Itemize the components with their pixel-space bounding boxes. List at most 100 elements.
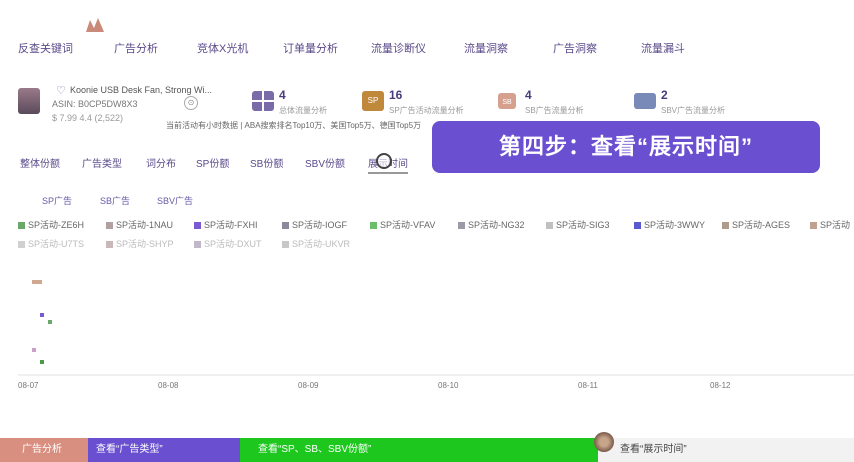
nav-item[interactable]: 竞体X光机 [197, 40, 248, 56]
nav-item[interactable]: 反查关键词 [18, 40, 73, 56]
subtab-sp[interactable]: SP广告 [42, 194, 72, 207]
legend-item[interactable]: SP活动-IOGF [282, 218, 347, 231]
legend-item[interactable]: SP活动-DXUT [194, 237, 262, 250]
progress-step-share[interactable]: 查看“SP、SB、SBV份额” [240, 438, 598, 462]
legend-swatch [282, 241, 289, 249]
legend-swatch [634, 222, 641, 230]
sp-icon: SP [362, 91, 384, 111]
nav-item[interactable]: 订单量分析 [283, 40, 338, 56]
progress-step-ad-type[interactable]: 查看“广告类型” [88, 438, 240, 462]
stat-value: 16 [389, 88, 403, 102]
legend-label: SP活动-NG32 [468, 220, 525, 230]
progress-step-display-time[interactable]: 查看“展示时间” [598, 438, 854, 462]
nav-item[interactable]: 广告洞察 [553, 40, 597, 56]
subtab-sbv[interactable]: SBV广告 [157, 194, 193, 207]
legend-swatch [722, 222, 729, 230]
legend-label: SP活动-AGES [732, 220, 791, 230]
cursor-icon [376, 153, 392, 169]
stat-sp[interactable]: SP 16 SP广告活动流量分析 [362, 88, 482, 123]
x-tick-label: 08-09 [298, 381, 319, 390]
legend-swatch [458, 222, 465, 230]
avatar [594, 432, 614, 452]
legend-swatch [546, 222, 553, 230]
chart-mark[interactable] [48, 320, 52, 324]
x-tick-label: 08-08 [158, 381, 179, 390]
product-thumbnail[interactable] [18, 88, 40, 114]
tab-sp-share[interactable]: SP份额 [196, 155, 229, 170]
legend-swatch [18, 222, 25, 230]
legend-item[interactable]: SP活动 [810, 218, 850, 231]
legend-swatch [18, 241, 25, 249]
legend-item[interactable]: SP活动-U7TS [18, 237, 84, 250]
legend-item[interactable]: SP活动-SHYP [106, 237, 174, 250]
stat-sbv[interactable]: 2 SBV广告流量分析 [634, 88, 754, 123]
tab-word-distribution[interactable]: 词分布 [146, 155, 176, 170]
legend-label: SP活动-3WWY [644, 220, 706, 230]
chart-mark[interactable] [32, 348, 36, 352]
x-tick-label: 08-12 [710, 381, 731, 390]
progress-step-ad-analysis[interactable]: 广告分析 [0, 438, 88, 462]
stat-label: 总体流量分析 [279, 106, 327, 115]
stat-sb[interactable]: SB 4 SB广告流量分析 [498, 88, 618, 123]
top-nav: 反查关键词 广告分析 竞体X光机 订单量分析 流量诊断仪 流量洞察 广告洞察 流… [0, 18, 854, 62]
logo-icon [86, 18, 104, 32]
nav-item[interactable]: 广告分析 [114, 40, 158, 56]
stat-value: 4 [279, 88, 286, 102]
step-banner: 第四步：查看“展示时间” [432, 121, 820, 173]
legend-label: SP活动-IOGF [292, 220, 348, 230]
copy-icon[interactable]: ⊙ [184, 96, 198, 110]
legend-swatch [282, 222, 289, 230]
legend-label: SP活动-SIG3 [556, 220, 610, 230]
legend-label: SP活动-1NAU [116, 220, 174, 230]
legend-item[interactable]: SP活动-FXHI [194, 218, 258, 231]
legend-swatch [106, 222, 113, 230]
legend-swatch [810, 222, 817, 230]
sb-icon: SB [498, 93, 516, 109]
legend-label: SP活动-SHYP [116, 239, 174, 249]
chart-mark[interactable] [40, 313, 44, 317]
legend-item[interactable]: SP活动-UKVR [282, 237, 350, 250]
chart-mark[interactable] [40, 360, 44, 364]
legend-label: SP活动-VFAV [380, 220, 436, 230]
tab-sbv-share[interactable]: SBV份额 [305, 155, 345, 170]
product-asin: ASIN: B0CP5DW8X3 [52, 99, 138, 109]
legend-item[interactable]: SP活动-1NAU [106, 218, 173, 231]
legend-item[interactable]: SP活动-SIG3 [546, 218, 610, 231]
legend-item[interactable]: SP活动-AGES [722, 218, 790, 231]
chart-plot [18, 280, 854, 376]
sbv-icon [634, 93, 656, 109]
stat-label: SBV广告流量分析 [661, 106, 726, 115]
legend-label: SP活动-UKVR [292, 239, 351, 249]
x-tick-label: 08-07 [18, 381, 39, 390]
product-name[interactable]: Koonie USB Desk Fan, Strong Wi... [70, 85, 212, 95]
legend-item[interactable]: SP活动-VFAV [370, 218, 435, 231]
tab-ad-type[interactable]: 广告类型 [82, 155, 122, 170]
tutorial-progress-bar: 广告分析 查看“广告类型” 查看“SP、SB、SBV份额” 查看“展示时间” [0, 438, 854, 462]
legend-label: SP活动 [820, 220, 851, 230]
tab-overall-share[interactable]: 整体份额 [20, 155, 60, 170]
heart-icon[interactable]: ♡ [56, 84, 66, 97]
chart-legend: SP活动-ZE6H SP活动-1NAU SP活动-FXHI SP活动-IOGF SP活动… [18, 218, 854, 232]
x-tick-label: 08-10 [438, 381, 459, 390]
nav-item[interactable]: 流量洞察 [464, 40, 508, 56]
stat-overall[interactable]: 4 总体流量分析 [252, 88, 352, 123]
legend-item[interactable]: SP活动-ZE6H [18, 218, 84, 231]
notice-text: 当前活动有小时数据 | ABA搜索排名Top10万、美国Top5万、德国Top5… [166, 121, 422, 130]
legend-label: SP活动-U7TS [28, 239, 85, 249]
legend-item[interactable]: SP活动-NG32 [458, 218, 525, 231]
nav-item[interactable]: 流量漏斗 [641, 40, 685, 56]
legend-label: SP活动-DXUT [204, 239, 262, 249]
product-price: $ 7.99 4.4 (2,522) [52, 113, 124, 123]
stat-label: SB广告流量分析 [525, 106, 584, 115]
legend-label: SP活动-ZE6H [28, 220, 85, 230]
chart-mark[interactable] [32, 280, 42, 284]
chart-legend-secondary: SP活动-U7TS SP活动-SHYP SP活动-DXUT SP活动-UKVR [18, 237, 854, 251]
subtab-sb[interactable]: SB广告 [100, 194, 130, 207]
nav-item[interactable]: 流量诊断仪 [371, 40, 426, 56]
active-tab-indicator [368, 172, 408, 174]
legend-swatch [370, 222, 377, 230]
legend-swatch [194, 222, 201, 230]
tab-sb-share[interactable]: SB份额 [250, 155, 283, 170]
stat-value: 4 [525, 88, 532, 102]
legend-item[interactable]: SP活动-3WWY [634, 218, 705, 231]
